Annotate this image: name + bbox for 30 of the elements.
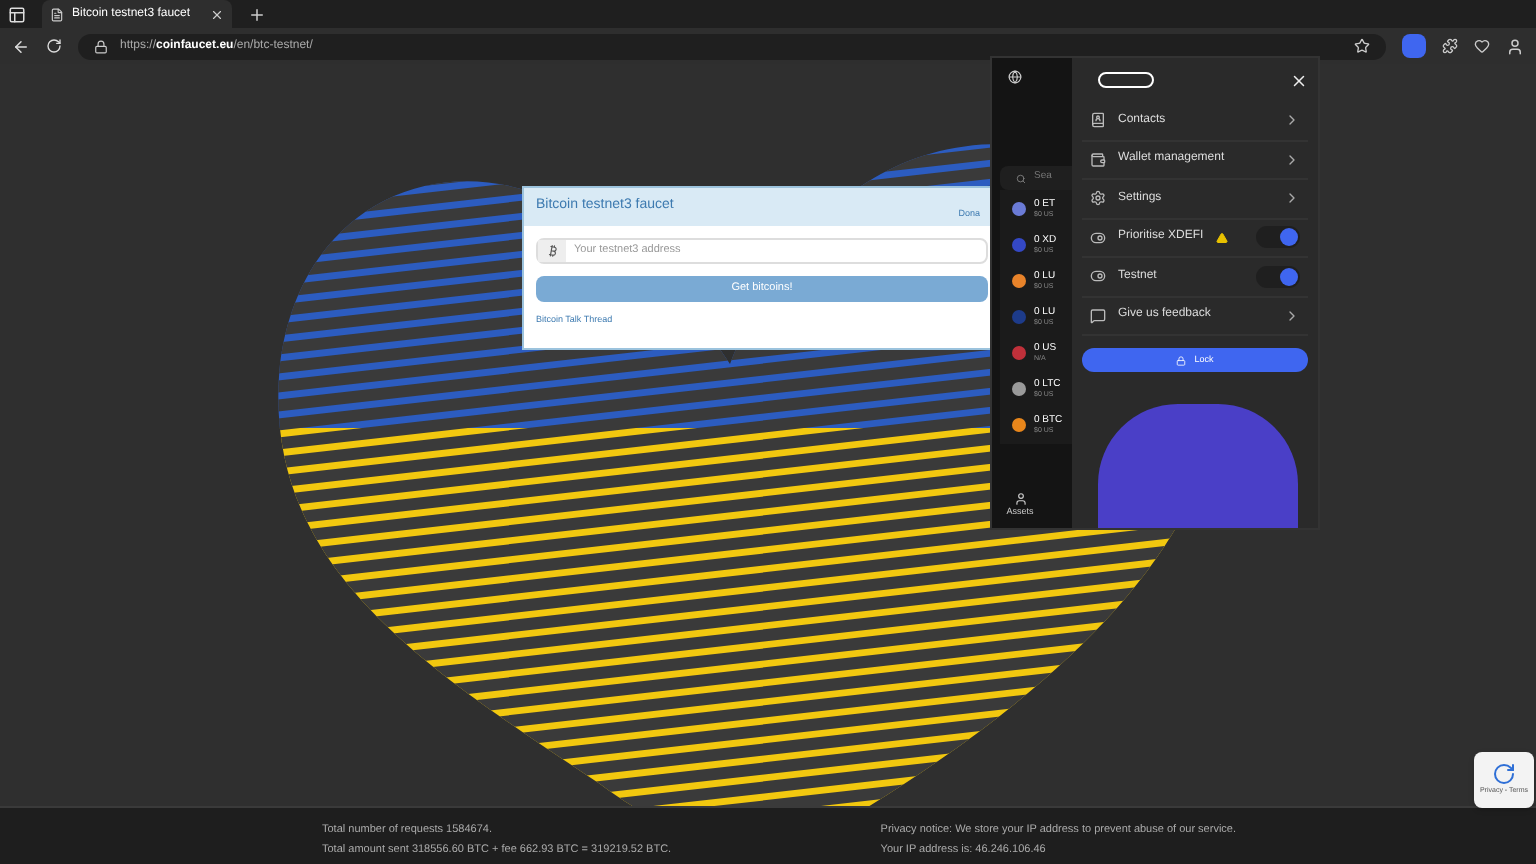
search-icon [1016, 173, 1026, 183]
menu-icon [1090, 268, 1106, 285]
menu-icon [1090, 307, 1106, 324]
chevron-icon [1284, 307, 1300, 324]
back-icon[interactable] [12, 37, 30, 55]
assets-icon[interactable] [1013, 492, 1027, 507]
network-icon[interactable] [1008, 69, 1022, 83]
menu-icon [1090, 229, 1106, 246]
chevron-icon [1284, 151, 1300, 168]
bitcoin-icon [545, 244, 559, 258]
page-icon [50, 7, 64, 21]
chevron-icon [1284, 112, 1300, 129]
refresh-icon[interactable] [46, 38, 62, 54]
menu-icon [1090, 151, 1106, 168]
toggle-switch[interactable] [1256, 265, 1300, 288]
close-icon[interactable] [210, 7, 224, 21]
tab-actions-icon[interactable] [8, 5, 26, 23]
heart-icon[interactable] [1474, 38, 1490, 54]
extensions-icon[interactable] [1442, 38, 1458, 54]
profile-icon[interactable] [1506, 37, 1524, 55]
lock-icon [94, 39, 108, 53]
toggle-switch[interactable] [1256, 226, 1300, 249]
chevron-icon [1284, 190, 1300, 207]
menu-icon [1090, 112, 1106, 129]
extension-icon[interactable] [1402, 34, 1426, 58]
menu-icon [1090, 190, 1106, 207]
new-tab-icon[interactable] [248, 5, 266, 23]
favorite-icon[interactable] [1354, 38, 1370, 54]
recaptcha-icon [1492, 762, 1516, 787]
lock-icon [1176, 355, 1187, 365]
